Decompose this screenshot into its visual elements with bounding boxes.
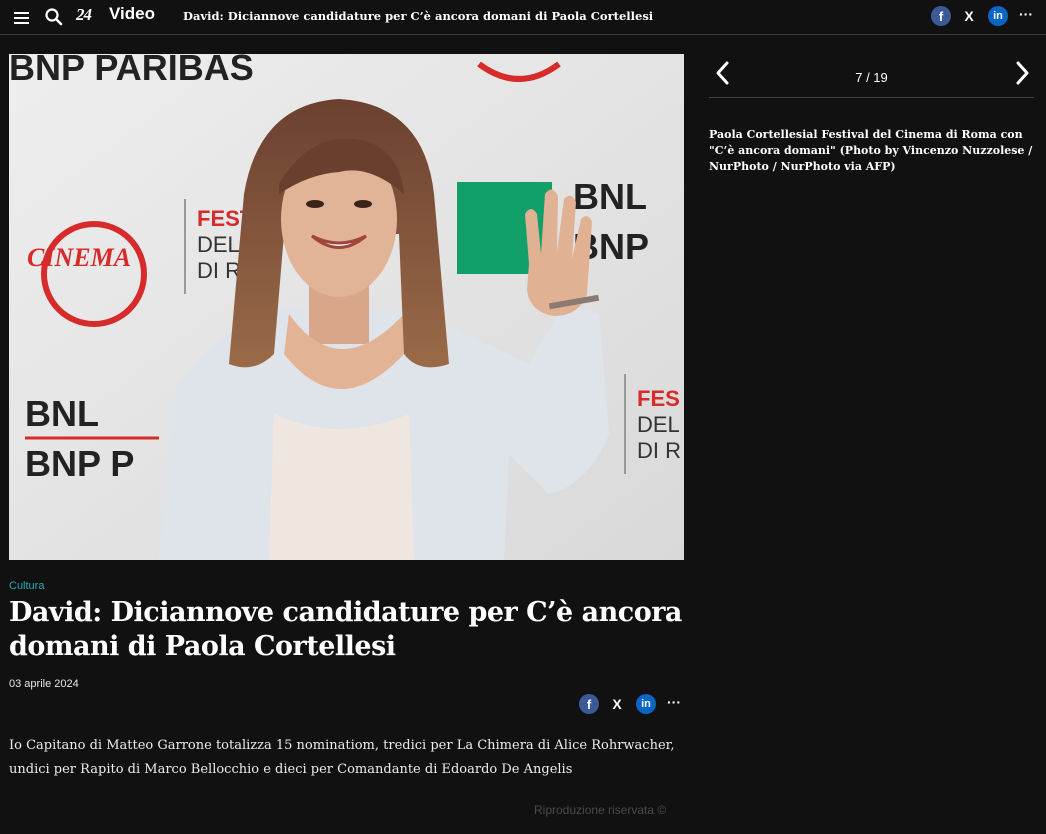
backdrop-text: BNP PARIBAS bbox=[9, 54, 254, 88]
chevron-right-icon bbox=[1016, 61, 1029, 85]
site-logo[interactable]: 24 bbox=[76, 5, 92, 25]
photo-counter: 7 / 19 bbox=[855, 70, 888, 85]
gallery-pager: 7 / 19 bbox=[709, 54, 1034, 98]
linkedin-icon: in bbox=[641, 698, 651, 710]
x-icon: X bbox=[612, 696, 622, 712]
backdrop-text: BNP P bbox=[25, 443, 134, 484]
rights-notice: Riproduzione riservata © bbox=[534, 803, 667, 817]
menu-icon[interactable] bbox=[12, 7, 32, 27]
x-share-button[interactable]: X bbox=[959, 6, 979, 26]
backdrop-text: BNL bbox=[25, 393, 99, 434]
backdrop-text: CINEMA bbox=[27, 243, 131, 272]
x-share-button[interactable]: X bbox=[607, 694, 627, 714]
search-icon[interactable] bbox=[44, 7, 64, 27]
article-title: David: Diciannove candidature per C’è an… bbox=[9, 597, 682, 662]
header-headline: David: Diciannove candidature per C’è an… bbox=[183, 9, 654, 23]
next-photo-button[interactable] bbox=[1012, 60, 1032, 86]
facebook-share-button[interactable]: f bbox=[931, 6, 951, 26]
facebook-icon: f bbox=[586, 696, 592, 712]
backdrop-text: BNL bbox=[573, 176, 647, 217]
backdrop-text: DEL bbox=[637, 412, 680, 437]
article-date: 03 aprile 2024 bbox=[9, 678, 79, 690]
more-options-icon[interactable]: ··· bbox=[1019, 6, 1033, 22]
article-summary: Io Capitano di Matteo Garrone totalizza … bbox=[9, 738, 675, 777]
article-category[interactable]: Cultura bbox=[9, 580, 44, 592]
backdrop-text: FES bbox=[637, 386, 680, 411]
gallery-photo[interactable]: BNP PARIBAS CINEMA FESTA DEL C DI RO BNL… bbox=[9, 54, 684, 560]
linkedin-share-button[interactable]: in bbox=[988, 6, 1008, 26]
facebook-share-button[interactable]: f bbox=[579, 694, 599, 714]
linkedin-share-button[interactable]: in bbox=[636, 694, 656, 714]
more-options-icon[interactable]: ··· bbox=[667, 694, 681, 710]
top-bar: 24 Video David: Diciannove candidature p… bbox=[0, 0, 1046, 35]
facebook-icon: f bbox=[938, 8, 944, 24]
x-icon: X bbox=[964, 8, 974, 24]
backdrop-text: DI R bbox=[637, 438, 681, 463]
linkedin-icon: in bbox=[993, 10, 1003, 22]
section-title[interactable]: Video bbox=[109, 4, 155, 24]
photo-caption: Paola Cortellesial Festival del Cinema d… bbox=[709, 128, 1033, 173]
